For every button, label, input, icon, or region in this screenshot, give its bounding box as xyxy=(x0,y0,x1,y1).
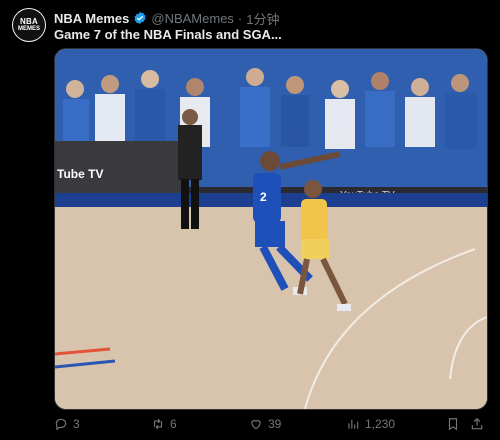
handle[interactable]: @NBAMemes xyxy=(151,11,234,26)
share-icon xyxy=(471,417,483,430)
heart-icon xyxy=(251,420,261,430)
action-bar: 3 6 39 1,230 xyxy=(54,416,486,432)
verified-badge-icon xyxy=(134,11,146,25)
tweet: NBA MEMES NBA Memes @NBAMemes · 1分钟 Game… xyxy=(0,0,500,440)
separator-dot: · xyxy=(237,10,243,26)
repost-icon xyxy=(153,418,163,430)
like-button[interactable]: 39 xyxy=(249,416,281,432)
avatar-logo: NBA MEMES xyxy=(13,9,45,41)
reply-button[interactable]: 3 xyxy=(54,416,80,432)
tweet-text: Game 7 of the NBA Finals and SGA... xyxy=(54,27,282,42)
views-count: 1,230 xyxy=(365,417,396,431)
bookmark-icon xyxy=(448,418,458,431)
avatar[interactable]: NBA MEMES xyxy=(12,8,46,42)
video-frame: Tube TV YouTube TV 2 xyxy=(55,49,487,409)
views-button[interactable]: 1,230 xyxy=(346,416,395,432)
bookmark-button[interactable] xyxy=(446,416,460,432)
timestamp[interactable]: 1分钟 xyxy=(246,9,279,28)
reply-count: 3 xyxy=(73,417,80,431)
tweet-header: NBA Memes @NBAMemes · 1分钟 xyxy=(54,9,280,27)
arena-sign: Tube TV xyxy=(57,167,103,181)
share-button[interactable] xyxy=(470,416,484,432)
tweet-video[interactable]: Tube TV YouTube TV 2 xyxy=(54,48,488,410)
jersey-number: 2 xyxy=(260,190,267,204)
reply-icon xyxy=(55,418,67,431)
avatar-text-top: NBA xyxy=(20,16,38,26)
views-chart-icon xyxy=(348,419,359,429)
avatar-text-bottom: MEMES xyxy=(17,25,40,32)
repost-button[interactable]: 6 xyxy=(151,416,177,432)
like-count: 39 xyxy=(268,417,282,431)
display-name[interactable]: NBA Memes xyxy=(54,11,129,26)
repost-count: 6 xyxy=(170,417,177,431)
